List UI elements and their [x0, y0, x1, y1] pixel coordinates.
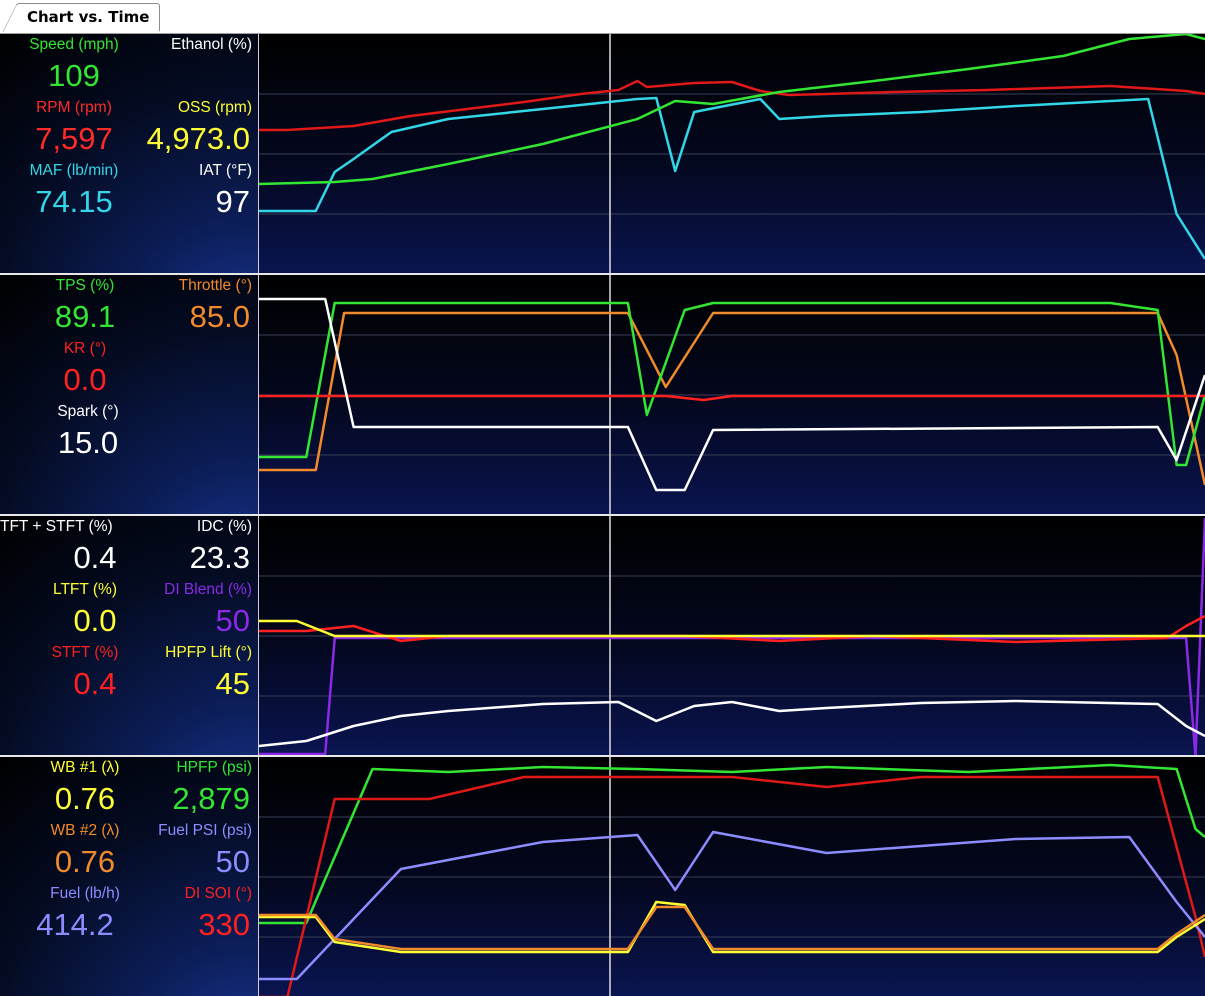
plot-3[interactable]	[259, 516, 1205, 756]
tab-chart-vs-time[interactable]: Chart vs. Time	[2, 3, 161, 32]
iat-label: IAT (°F)	[199, 162, 252, 179]
gauge-sidebar-3: TFT + STFT (%) 0.4 IDC (%) 23.3 LTFT (%)…	[0, 516, 259, 756]
fuel-psi-label: Fuel PSI (psi)	[158, 822, 252, 839]
fuel-value: 414.2	[36, 907, 114, 942]
kr-label: KR (°)	[63, 340, 107, 357]
series-line-ltft-	[259, 619, 1205, 638]
tab-bar: Chart vs. Time	[0, 0, 1205, 34]
di-soi-label: DI SOI (°)	[184, 885, 252, 902]
panel-2: TPS (%) 89.1 Throttle (°) 85.0 KR (°) 0.…	[0, 275, 1205, 515]
fuel-psi-value: 50	[215, 844, 250, 879]
di-blend-value: 50	[215, 603, 250, 638]
hpfp-label: HPFP (psi)	[176, 759, 252, 776]
hpfp-value: 2,879	[172, 781, 250, 816]
series-line-throttle-	[259, 311, 1205, 486]
gauge-sidebar-2: TPS (%) 89.1 Throttle (°) 85.0 KR (°) 0.…	[0, 275, 259, 515]
series-line-wb-1-	[259, 900, 1205, 954]
plot-1[interactable]	[259, 34, 1205, 274]
di-blend-label: DI Blend (%)	[164, 581, 252, 598]
series-line-tft-stft-	[259, 699, 1205, 748]
iat-value: 97	[215, 184, 250, 219]
throttle-label: Throttle (°)	[178, 277, 252, 294]
plot-4-canvas	[259, 757, 1205, 996]
plot-3-canvas	[259, 516, 1205, 756]
series-line-speed-mph-	[259, 34, 1205, 186]
series-line-maf-lb-min-	[259, 96, 1205, 260]
plot-2-canvas	[259, 275, 1205, 515]
kr-value: 0.0	[63, 362, 107, 397]
panel-3: TFT + STFT (%) 0.4 IDC (%) 23.3 LTFT (%)…	[0, 516, 1205, 756]
spark-value: 15.0	[57, 425, 119, 460]
speed-label: Speed (mph)	[29, 36, 119, 53]
spark-label: Spark (°)	[57, 403, 119, 420]
panel-4: WB #1 (λ) 0.76 HPFP (psi) 2,879 WB #2 (λ…	[0, 757, 1205, 996]
series-line-fuel-psi-psi-	[259, 830, 1205, 981]
panel-1: Speed (mph) 109 Ethanol (%) RPM (rpm) 7,…	[0, 34, 1205, 274]
chart-area: Speed (mph) 109 Ethanol (%) RPM (rpm) 7,…	[0, 34, 1205, 996]
gauge-sidebar-1: Speed (mph) 109 Ethanol (%) RPM (rpm) 7,…	[0, 34, 259, 274]
di-soi-value: 330	[198, 907, 250, 942]
speed-value: 109	[48, 58, 100, 93]
series-line-wb-2-	[259, 905, 1205, 951]
plot-2[interactable]	[259, 275, 1205, 515]
maf-label: MAF (lb/min)	[29, 162, 119, 179]
idc-label: IDC (%)	[196, 518, 252, 535]
plot-1-canvas	[259, 34, 1205, 274]
oss-value: 4,973.0	[146, 121, 250, 156]
maf-value: 74.15	[35, 184, 113, 219]
hpfp-lift-value: 45	[215, 666, 250, 701]
gauge-sidebar-4: WB #1 (λ) 0.76 HPFP (psi) 2,879 WB #2 (λ…	[0, 757, 259, 996]
throttle-value: 85.0	[189, 299, 250, 334]
ltft-stft-label: TFT + STFT (%)	[0, 518, 113, 535]
series-line-di-soi-	[259, 775, 1205, 996]
idc-value: 23.3	[189, 540, 250, 575]
plot-4[interactable]	[259, 757, 1205, 996]
series-line-tps-	[259, 301, 1205, 467]
oss-label: OSS (rpm)	[177, 99, 252, 116]
ethanol-label: Ethanol (%)	[171, 36, 252, 53]
series-line-kr-	[259, 394, 1205, 402]
rpm-label: RPM (rpm)	[36, 99, 112, 116]
series-line-hpfp-psi-	[259, 763, 1205, 925]
hpfp-lift-label: HPFP Lift (°)	[165, 644, 252, 661]
